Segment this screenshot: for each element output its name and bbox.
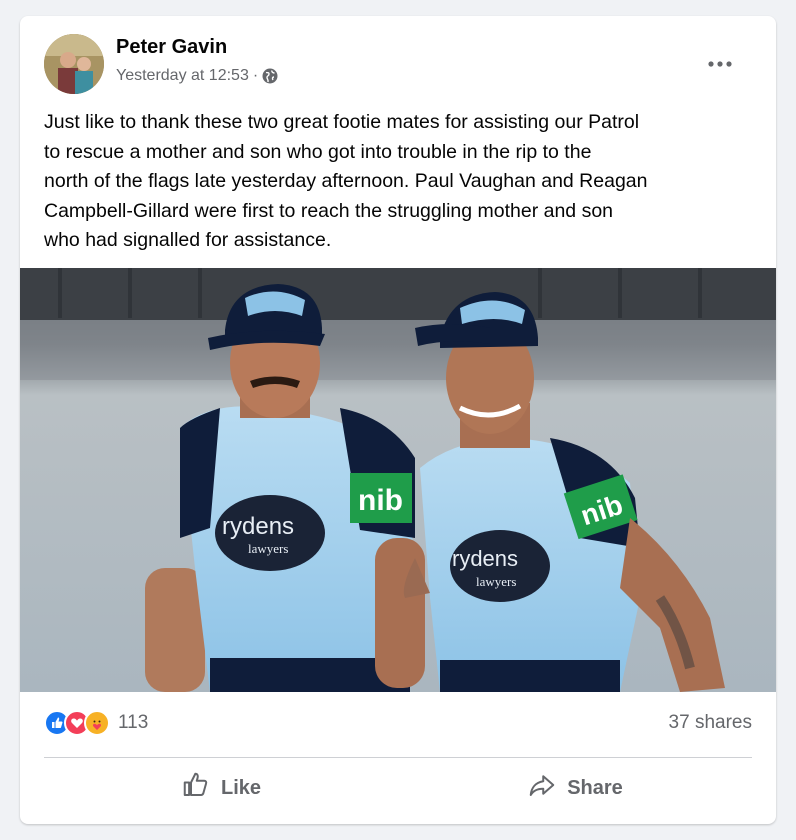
like-label: Like [220, 776, 262, 799]
svg-text:rydens: rydens [222, 513, 294, 540]
reaction-count: 113 [118, 712, 149, 733]
post-header: Peter Gavin Yesterday at 12:53 · [44, 34, 756, 98]
more-options-icon[interactable] [700, 44, 740, 84]
svg-text:lawyers: lawyers [248, 541, 288, 556]
care-reaction-icon [84, 710, 110, 736]
post-meta: Yesterday at 12:53 · [116, 67, 278, 85]
post-timestamp[interactable]: Yesterday at 12:53 [116, 67, 249, 85]
post-actions: Like Share [44, 764, 752, 812]
share-icon [527, 770, 567, 806]
post-stats: 113 37 shares [44, 706, 752, 740]
svg-text:nib: nib [358, 484, 403, 517]
svg-text:rydens: rydens [452, 546, 518, 571]
post-text: Just like to thank these two great footi… [44, 111, 648, 251]
like-icon [181, 770, 221, 806]
reactions-summary[interactable]: 113 [44, 710, 148, 736]
post-author-name[interactable]: Peter Gavin [116, 36, 227, 59]
stats-divider [44, 757, 752, 758]
avatar[interactable] [44, 34, 104, 94]
meta-separator: · [252, 67, 259, 84]
share-label: Share [567, 776, 623, 799]
like-button[interactable]: Like [44, 764, 398, 812]
share-button[interactable]: Share [398, 764, 752, 812]
svg-text:lawyers: lawyers [476, 574, 516, 589]
post-photo[interactable]: nib rydens lawyers nib rydens lawyers [20, 268, 776, 692]
post-card: Peter Gavin Yesterday at 12:53 · Just li… [20, 16, 776, 824]
globe-icon [262, 68, 278, 84]
shares-count[interactable]: 37 shares [669, 712, 752, 734]
